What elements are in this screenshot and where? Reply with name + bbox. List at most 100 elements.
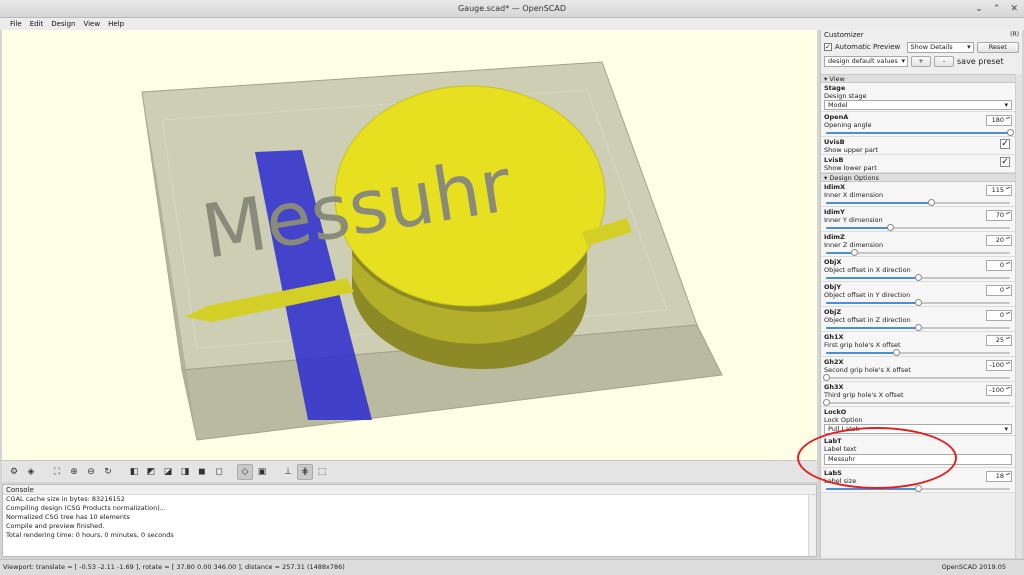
view-right-icon[interactable]: ◧ [126, 464, 142, 480]
param-desc: Show upper part [824, 146, 879, 154]
objy-slider[interactable] [826, 299, 1010, 306]
idimz-spinbox[interactable]: 20 [986, 235, 1012, 246]
opena-slider[interactable] [826, 129, 1014, 136]
save-preset-button[interactable]: save preset [957, 57, 1004, 66]
uvisb-checkbox[interactable]: ✓ [1000, 139, 1010, 149]
param-name: ObjY [824, 283, 842, 291]
labs-spinbox[interactable]: 18 [986, 471, 1012, 482]
menu-file[interactable]: File [6, 18, 26, 30]
3d-viewport[interactable]: Messuhr [2, 30, 817, 460]
param-desc: Third grip hole's X offset [824, 391, 904, 399]
slider-handle[interactable] [823, 374, 830, 381]
render-icon[interactable]: ◈ [23, 464, 39, 480]
customizer-scrollbar[interactable] [1015, 74, 1022, 558]
lvisb-checkbox[interactable]: ✓ [1000, 157, 1010, 167]
gh3x-slider[interactable] [823, 399, 1010, 406]
label-text-input[interactable]: Messuhr [824, 454, 1012, 465]
param-name: LockO [824, 408, 847, 416]
idimx-slider[interactable] [826, 199, 1010, 206]
console-line: Compiling design (CSG Products normaliza… [6, 504, 166, 512]
orthogonal-icon[interactable]: ▣ [254, 464, 270, 480]
edges-icon[interactable]: ⬚ [314, 464, 330, 480]
objz-spinbox[interactable]: 0 [986, 310, 1012, 321]
objx-spinbox[interactable]: 0 [986, 260, 1012, 271]
objz-slider[interactable] [826, 324, 1010, 331]
param-desc: Inner Z dimension [824, 241, 884, 249]
menu-view[interactable]: View [79, 18, 104, 30]
section-header-view[interactable]: ▾ View [821, 74, 1015, 83]
console-line: Total rendering time: 0 hours, 0 minutes… [6, 531, 174, 539]
param-desc: Design stage [824, 92, 867, 100]
slider-handle[interactable] [887, 224, 895, 231]
param-desc: Inner X dimension [824, 191, 884, 199]
close-icon[interactable]: ✕ [1010, 0, 1018, 18]
add-preset-button[interactable]: + [911, 55, 931, 67]
idimy-slider[interactable] [826, 224, 1010, 231]
slider-handle[interactable] [850, 249, 858, 256]
opena-spinbox[interactable]: 180 [986, 115, 1012, 126]
param-desc: Second grip hole's X offset [824, 366, 911, 374]
remove-preset-button[interactable]: - [934, 55, 954, 67]
perspective-icon[interactable]: ◇ [237, 463, 253, 480]
slider-handle[interactable] [915, 324, 922, 331]
gh3x-spinbox[interactable]: -100 [986, 385, 1012, 396]
view-bottom-icon[interactable]: ◪ [160, 464, 176, 480]
lock-option-select[interactable]: Pull Latch [824, 424, 1012, 434]
section-title: Design Options [829, 174, 879, 182]
show-details-select[interactable]: Show Details [906, 41, 974, 53]
console-output[interactable]: CGAL cache size in bytes: 83216152 Compi… [3, 495, 816, 540]
param-labs: LabS Label size 18 [821, 468, 1015, 493]
param-name: LabS [824, 469, 842, 477]
gh1x-spinbox[interactable]: 25 [986, 335, 1012, 346]
preview-icon[interactable]: ⚙ [6, 464, 22, 480]
menu-edit[interactable]: Edit [26, 18, 48, 30]
slider-handle[interactable] [915, 299, 922, 306]
slider-handle[interactable] [823, 399, 830, 406]
slider-handle[interactable] [1007, 129, 1014, 136]
view-top-icon[interactable]: ◩ [143, 464, 159, 480]
reset-button[interactable]: Reset [976, 41, 1019, 53]
title-bar: Gauge.scad* — OpenSCAD ⌄ ⌃ ✕ [0, 0, 1024, 18]
gh2x-slider[interactable] [823, 374, 1010, 381]
labs-slider[interactable] [826, 485, 1010, 492]
preset-select[interactable]: design default values [824, 55, 908, 67]
section-header-design-options[interactable]: ▾ Design Options [821, 173, 1015, 182]
param-objx: ObjX Object offset in X direction 0 [821, 257, 1015, 282]
param-name: LvisB [824, 156, 844, 164]
zoom-all-icon[interactable]: ⛶ [49, 464, 65, 480]
auto-preview-checkbox[interactable]: ✓ [824, 43, 832, 51]
menu-help[interactable]: Help [104, 18, 128, 30]
slider-handle[interactable] [892, 349, 900, 356]
idimx-spinbox[interactable]: 115 [986, 185, 1012, 196]
objx-slider[interactable] [826, 274, 1010, 281]
param-desc: Label text [824, 445, 857, 453]
view-left-icon[interactable]: ◨ [177, 464, 193, 480]
menu-design[interactable]: Design [47, 18, 79, 30]
zoom-out-icon[interactable]: ⊖ [83, 464, 99, 480]
param-name: LabT [824, 437, 842, 445]
param-desc: Opening angle [824, 121, 872, 129]
gh1x-slider[interactable] [826, 349, 1010, 356]
console-scrollbar[interactable] [808, 495, 816, 556]
slider-handle[interactable] [915, 274, 922, 281]
maximize-icon[interactable]: ⌃ [993, 0, 1001, 18]
objy-spinbox[interactable]: 0 [986, 285, 1012, 296]
slider-handle[interactable] [927, 199, 935, 206]
param-gh2x: Gh2X Second grip hole's X offset -100 [821, 357, 1015, 382]
axes-icon[interactable]: ⊥ [280, 464, 296, 480]
gh2x-spinbox[interactable]: -100 [986, 360, 1012, 371]
view-back-icon[interactable]: ◻ [211, 464, 227, 480]
slider-handle[interactable] [915, 485, 922, 492]
param-name: ObjZ [824, 308, 842, 316]
view-front-icon[interactable]: ◼ [194, 464, 210, 480]
minimize-icon[interactable]: ⌄ [975, 0, 983, 18]
idimz-slider[interactable] [826, 249, 1010, 256]
float-panel-icon[interactable]: (R) [1010, 30, 1019, 40]
zoom-in-icon[interactable]: ⊕ [66, 464, 82, 480]
param-lvisb: LvisB Show lower part ✓ [821, 155, 1015, 173]
reset-view-icon[interactable]: ↻ [100, 464, 116, 480]
scale-markers-icon[interactable]: ⋕ [297, 463, 313, 480]
idimy-spinbox[interactable]: 70 [986, 210, 1012, 221]
stage-select[interactable]: Model [824, 100, 1012, 110]
param-name: Gh1X [824, 333, 844, 341]
